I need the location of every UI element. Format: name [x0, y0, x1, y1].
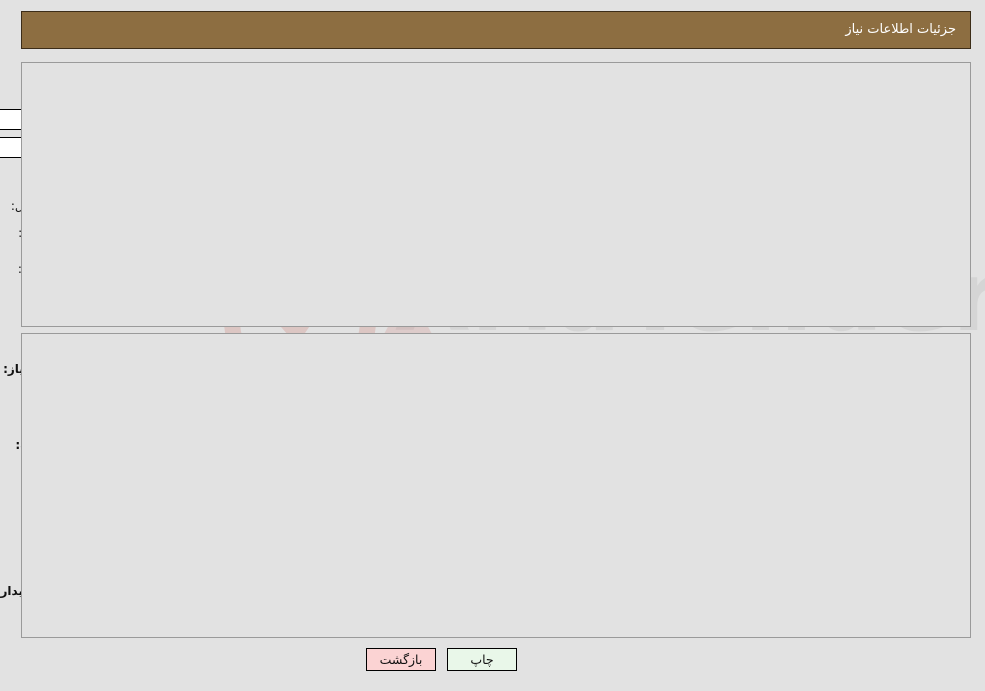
- service-details-panel: [21, 333, 971, 638]
- print-button[interactable]: چاپ: [447, 648, 517, 671]
- back-button[interactable]: بازگشت: [366, 648, 436, 671]
- need-info-panel: [21, 62, 971, 327]
- page-title: جزئیات اطلاعات نیاز: [845, 22, 956, 37]
- page-root: AriaTender.net جزئیات اطلاعات نیاز شماره…: [0, 0, 985, 691]
- window-titlebar: جزئیات اطلاعات نیاز: [21, 11, 971, 49]
